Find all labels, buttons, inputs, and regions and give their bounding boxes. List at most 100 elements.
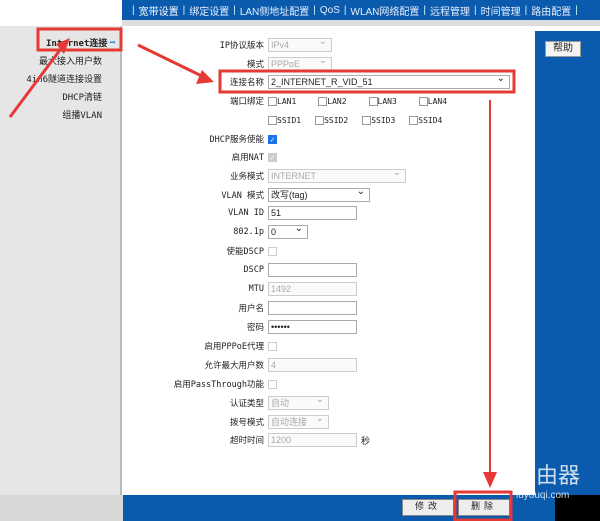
tab-separator: | <box>313 5 316 16</box>
passthrough-row: 启用PassThrough功能 <box>140 376 277 392</box>
sidebar-item-max-users[interactable]: 最大接入用户数 <box>39 54 102 67</box>
pppoe-proxy-label: 启用PPPoE代理 <box>140 340 268 352</box>
tab-0[interactable]: 宽带设置 <box>139 3 179 18</box>
passthrough-label: 启用PassThrough功能 <box>140 378 268 390</box>
vlan-mode-row: VLAN 模式改写(tag) <box>140 187 370 203</box>
ssid3-label: SSID3 <box>371 116 395 125</box>
right-panel <box>535 31 600 495</box>
nat-checkbox[interactable]: ✓ <box>268 153 277 162</box>
checkbox-icon <box>268 97 277 106</box>
sidebar-item-internet[interactable]: Internet连接➡ <box>46 36 116 49</box>
sidebar-item-multicast-vlan[interactable]: 组播VLAN <box>62 108 102 121</box>
pass-row: 密码•••••• <box>140 319 357 335</box>
pass-label: 密码 <box>140 321 268 333</box>
tab-2[interactable]: LAN侧地址配置 <box>240 3 309 18</box>
pass-input[interactable]: •••••• <box>268 320 357 334</box>
arrow-right-icon: ➡ <box>109 36 116 49</box>
timeout-label: 超时时间 <box>140 434 268 446</box>
mode-label: 模式 <box>140 58 268 70</box>
checkbox-icon <box>409 116 418 125</box>
checkbox-icon <box>318 97 327 106</box>
mtu-input[interactable]: 1492 <box>268 282 357 296</box>
dhcp-row: DHCP服务使能✓ <box>140 131 277 147</box>
pppoe-proxy-checkbox[interactable] <box>268 342 277 351</box>
timeout-input[interactable]: 1200 <box>268 433 357 447</box>
user-row: 用户名 <box>140 300 357 316</box>
mtu-label: MTU <box>140 284 268 294</box>
port-checkbox-ssid1[interactable]: SSID1 <box>268 116 301 125</box>
service-select[interactable]: INTERNET <box>268 169 406 183</box>
conn-name-label: 连接名称 <box>140 76 268 88</box>
auth-label: 认证类型 <box>140 397 268 409</box>
max-users-label: 允许最大用户数 <box>140 359 268 371</box>
tab-separator: | <box>474 5 477 16</box>
vlan-mode-label: VLAN 模式 <box>140 189 268 201</box>
tab-6[interactable]: 时间管理 <box>481 3 521 18</box>
mode-select[interactable]: PPPoE <box>268 57 332 71</box>
tab-separator: | <box>423 5 426 16</box>
dscp-input[interactable] <box>268 263 357 277</box>
dial-row: 拨号模式自动连接 <box>140 414 329 430</box>
tab-7[interactable]: 路由配置 <box>531 3 571 18</box>
tab-separator: | <box>344 5 347 16</box>
auth-row: 认证类型自动 <box>140 395 329 411</box>
p8021-row: 802.1p0 <box>140 224 308 240</box>
dscp-en-checkbox[interactable] <box>268 247 277 256</box>
sidebar: Internet连接➡ 最大接入用户数 4in6隧道连接设置 DHCP清链 组播… <box>0 26 122 495</box>
sidebar-item-label: Internet连接 <box>46 39 107 49</box>
user-input[interactable] <box>268 301 357 315</box>
delete-button[interactable]: 删除 <box>458 499 510 516</box>
port-checkbox-ssid3[interactable]: SSID3 <box>362 116 395 125</box>
port-checkbox-ssid4[interactable]: SSID4 <box>409 116 442 125</box>
checkbox-icon <box>315 116 324 125</box>
port-checkbox-lan4[interactable]: LAN4 <box>419 97 447 106</box>
tab-3[interactable]: QoS <box>320 5 340 16</box>
port-checkbox-lan1[interactable]: LAN1 <box>268 97 296 106</box>
p8021-label: 802.1p <box>140 227 268 237</box>
conn-name-row: 连接名称2_INTERNET_R_VID_51 <box>140 74 510 90</box>
help-button[interactable]: 帮助 <box>545 41 581 57</box>
service-label: 业务模式 <box>140 170 268 182</box>
dial-label: 拨号模式 <box>140 416 268 428</box>
lan1-label: LAN1 <box>277 97 296 106</box>
port-bind-row: 端口绑定 LAN1 LAN2 LAN3 LAN4 <box>140 93 469 109</box>
lan4-label: LAN4 <box>428 97 447 106</box>
vlan-mode-select[interactable]: 改写(tag) <box>268 188 370 202</box>
tab-4[interactable]: WLAN网络配置 <box>351 3 420 18</box>
max-users-input[interactable]: 4 <box>268 358 357 372</box>
sidebar-item-4in6[interactable]: 4in6隧道连接设置 <box>26 72 102 85</box>
ssid2-label: SSID2 <box>324 116 348 125</box>
port-bind-label: 端口绑定 <box>140 95 268 107</box>
ip-version-row: IP协议版本IPv4 <box>140 37 332 53</box>
max-users-row: 允许最大用户数4 <box>140 357 357 373</box>
port-checkbox-ssid2[interactable]: SSID2 <box>315 116 348 125</box>
tab-separator: | <box>233 5 236 16</box>
ssid4-label: SSID4 <box>418 116 442 125</box>
sidebar-item-dhcp-clear[interactable]: DHCP清链 <box>62 90 102 103</box>
mtu-row: MTU1492 <box>140 281 357 297</box>
dscp-en-row: 使能DSCP <box>140 243 277 259</box>
watermark-url: luyouqi.com <box>478 490 580 501</box>
watermark-name: 路由器 <box>478 458 580 490</box>
ssid1-label: SSID1 <box>277 116 301 125</box>
p8021-select[interactable]: 0 <box>268 225 308 239</box>
tab-5[interactable]: 远程管理 <box>430 3 470 18</box>
dhcp-checkbox[interactable]: ✓ <box>268 135 277 144</box>
tab-1[interactable]: 绑定设置 <box>189 3 229 18</box>
ssid-row: SSID1 SSID2 SSID3 SSID4 <box>140 112 456 128</box>
port-checkbox-lan3[interactable]: LAN3 <box>369 97 397 106</box>
passthrough-checkbox[interactable] <box>268 380 277 389</box>
mode-row: 模式PPPoE <box>140 56 332 72</box>
ip-version-label: IP协议版本 <box>140 39 268 51</box>
user-label: 用户名 <box>140 302 268 314</box>
auth-select[interactable]: 自动 <box>268 396 329 410</box>
checkbox-icon <box>369 97 378 106</box>
ip-version-select[interactable]: IPv4 <box>268 38 332 52</box>
port-checkbox-lan2[interactable]: LAN2 <box>318 97 346 106</box>
modify-button[interactable]: 修改 <box>402 499 454 516</box>
tab-separator: | <box>575 5 578 16</box>
vlan-id-input[interactable]: 51 <box>268 206 357 220</box>
conn-name-select[interactable]: 2_INTERNET_R_VID_51 <box>268 75 510 89</box>
dial-select[interactable]: 自动连接 <box>268 415 329 429</box>
vlan-id-label: VLAN ID <box>140 208 268 218</box>
